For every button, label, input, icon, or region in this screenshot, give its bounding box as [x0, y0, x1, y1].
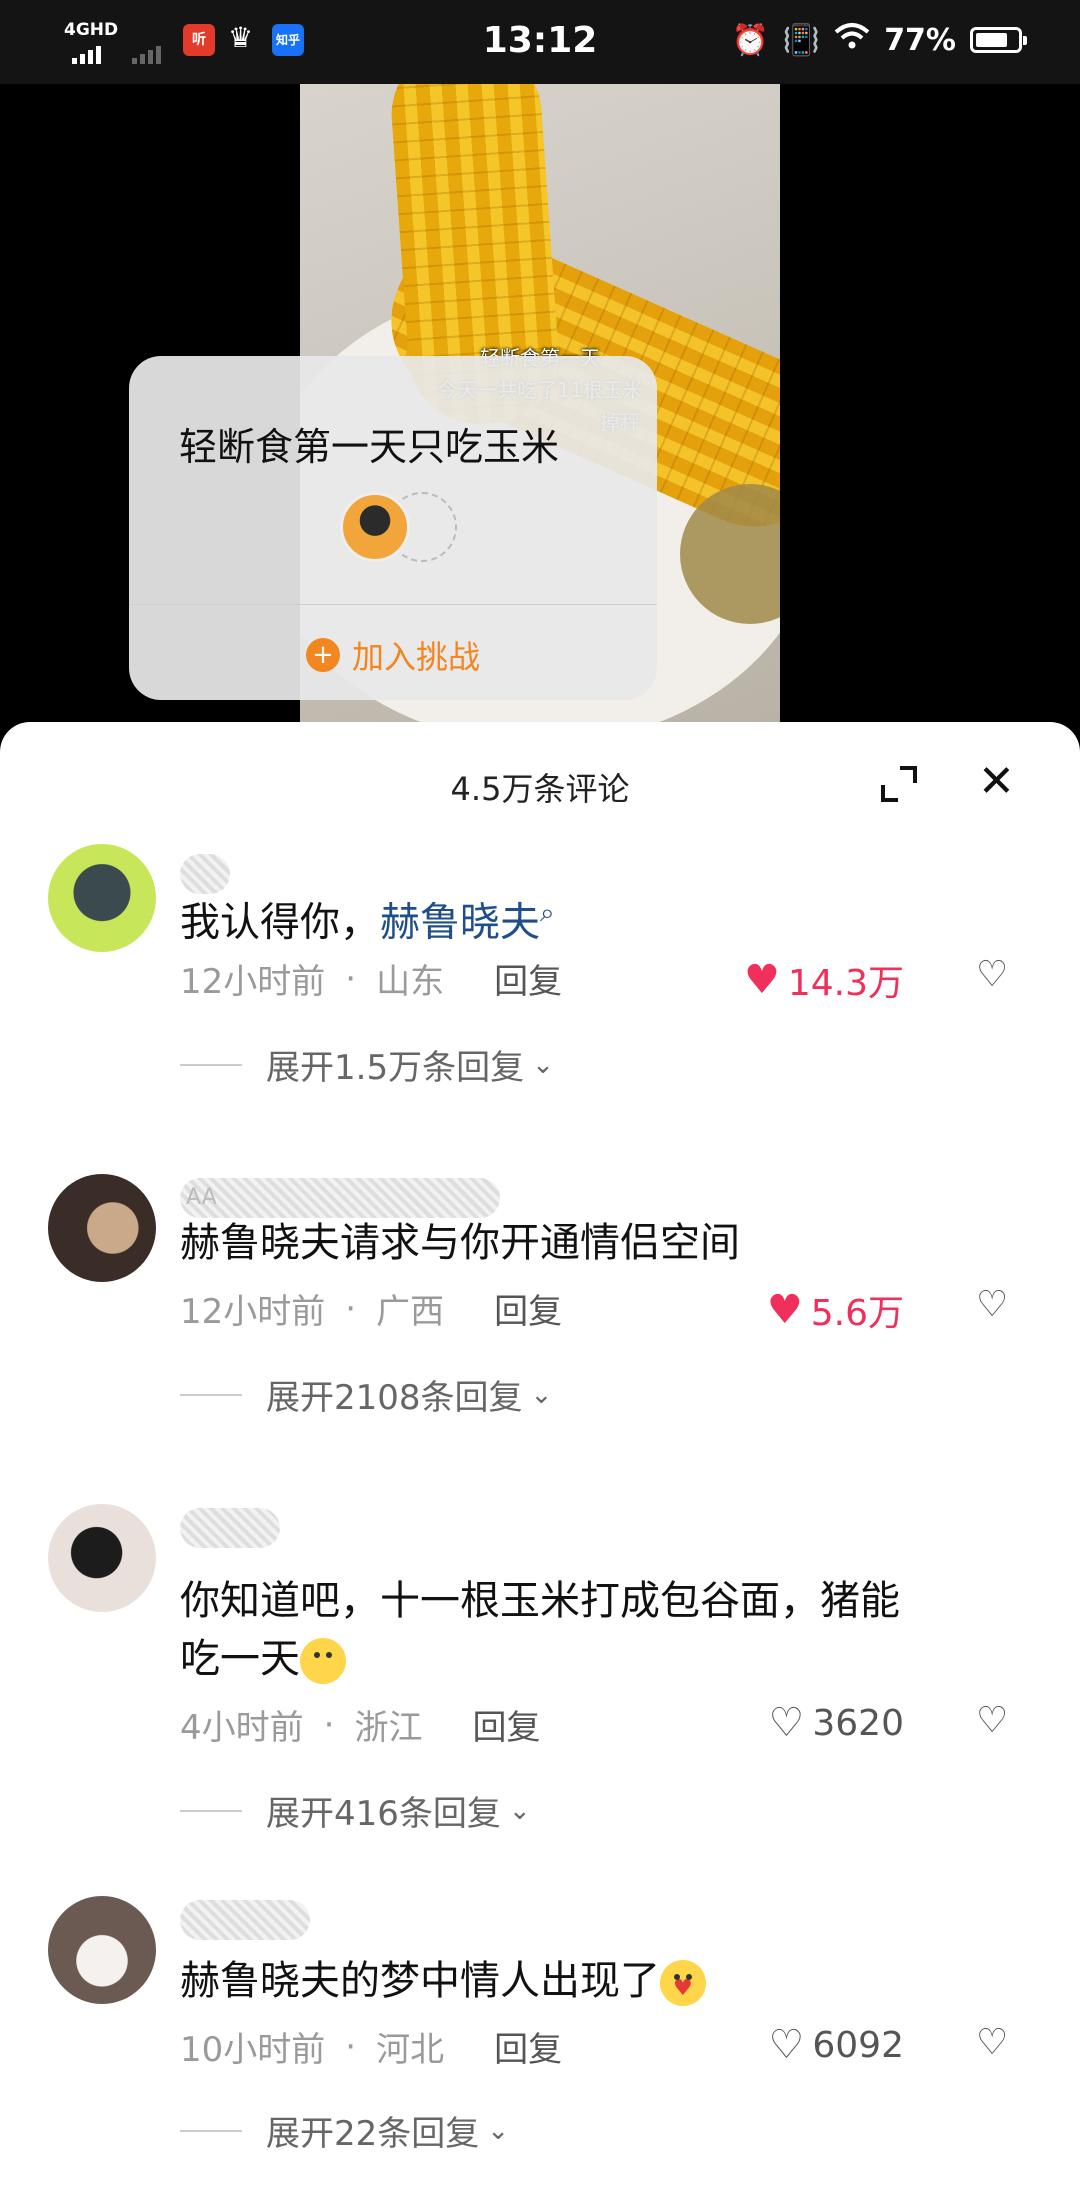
reply-button[interactable]: 回复	[494, 954, 562, 1003]
separator-dot: ·	[345, 2026, 357, 2067]
comment-location: 山东	[376, 962, 445, 1002]
username-blurred[interactable]: AA	[180, 1178, 500, 1218]
chevron-down-icon: ⌄	[530, 1379, 553, 1410]
alarm-icon: ⏰	[731, 22, 769, 58]
comment-text: 赫鲁晓夫请求与你开通情侣空间	[180, 1220, 740, 1266]
search-icon[interactable]: ⌕	[540, 898, 555, 928]
battery-percent: 77%	[884, 22, 956, 58]
join-challenge-button[interactable]: + 加入挑战	[129, 632, 657, 678]
avatar[interactable]	[48, 1504, 156, 1612]
username-blurred[interactable]	[180, 1508, 280, 1548]
comment-location: 广西	[376, 1292, 445, 1332]
username-blurred[interactable]	[180, 1900, 310, 1940]
divider-line	[180, 1063, 242, 1066]
like-button[interactable]: ♥ 14.3万	[744, 954, 904, 1006]
separator-dot: ·	[323, 1704, 335, 1745]
status-bar: 4GHD 听 ♛ 知乎 13:12 ⏰ 📳 77%	[0, 0, 1080, 84]
emoji-icon	[300, 1638, 346, 1684]
status-right: ⏰ 📳 77%	[731, 22, 1027, 58]
comment-text: 你知道吧，十一根玉米打成包谷面，猪能 吃一天	[180, 1572, 1020, 1688]
expand-replies-button[interactable]: 展开22条回复 ⌄	[180, 2106, 509, 2155]
reply-button[interactable]: 回复	[472, 1700, 540, 1749]
divider	[129, 604, 657, 605]
comment-time: 12小时前	[180, 1292, 326, 1332]
expand-replies-button[interactable]: 展开416条回复 ⌄	[180, 1786, 531, 1835]
like-count: 5.6万	[810, 1293, 904, 1334]
reply-button[interactable]: 回复	[494, 2022, 562, 2071]
chevron-down-icon: ⌄	[508, 1795, 531, 1826]
comment-text: 赫鲁晓夫的梦中情人出现了	[180, 1952, 1020, 2010]
separator-dot: ·	[345, 1288, 357, 1329]
expand-replies-button[interactable]: 展开2108条回复 ⌄	[180, 1370, 552, 1419]
challenge-card[interactable]: 轻断食第一天只吃玉米 + 加入挑战	[129, 356, 657, 700]
divider-line	[180, 2129, 242, 2132]
chevron-down-icon: ⌄	[487, 2115, 510, 2146]
expand-replies-label: 展开22条回复	[266, 2114, 480, 2154]
username: AA	[186, 1185, 217, 1210]
close-icon[interactable]: ✕	[978, 760, 1015, 804]
like-button[interactable]: ♡ 6092	[769, 2022, 904, 2068]
divider-line	[180, 1809, 242, 1812]
like-button[interactable]: ♥ 5.6万	[767, 1284, 904, 1336]
comment-meta: 10小时前 · 河北 回复	[180, 2022, 562, 2071]
like-count: 14.3万	[787, 963, 904, 1004]
wifi-icon	[834, 22, 870, 58]
emoji-heart-icon	[660, 1960, 706, 2006]
comment-text: 我认得你，赫鲁晓夫⌕	[180, 884, 1020, 951]
comment-meta: 12小时前 · 广西 回复	[180, 1284, 562, 1333]
comments-count-title: 4.5万条评论	[450, 770, 630, 808]
avatar[interactable]	[48, 844, 156, 952]
join-challenge-label: 加入挑战	[351, 638, 480, 676]
heart-filled-icon: ♥	[766, 1287, 803, 1333]
comment-location: 浙江	[354, 1708, 423, 1748]
divider-line	[180, 1393, 242, 1396]
comment-text-line-1: 你知道吧，十一根玉米打成包谷面，猪能	[180, 1578, 900, 1624]
comment-time: 12小时前	[180, 962, 326, 1002]
avatar[interactable]	[48, 1174, 156, 1282]
comment-meta: 4小时前 · 浙江 回复	[180, 1700, 540, 1749]
like-count: 6092	[812, 2024, 904, 2066]
dislike-icon[interactable]: ♡	[976, 2022, 1008, 2063]
like-button[interactable]: ♡ 3620	[769, 1700, 904, 1746]
expand-replies-button[interactable]: 展开1.5万条回复 ⌄	[180, 1040, 554, 1089]
dislike-icon[interactable]: ♡	[976, 1700, 1008, 1741]
participant-avatar	[340, 492, 410, 562]
challenge-title: 轻断食第一天只吃玉米	[179, 425, 560, 469]
expand-replies-label: 展开2108条回复	[266, 1378, 523, 1418]
comment-time: 10小时前	[180, 2030, 326, 2070]
comment-text-line-2: 吃一天	[180, 1630, 1020, 1688]
plus-icon: +	[305, 638, 340, 672]
battery-icon	[970, 27, 1027, 53]
comment-text-line-2-body: 吃一天	[180, 1636, 300, 1682]
comment-body: 我认得你，	[180, 899, 380, 946]
dislike-icon[interactable]: ♡	[976, 954, 1008, 995]
vibrate-icon: 📳	[782, 22, 821, 58]
expand-replies-label: 展开1.5万条回复	[266, 1048, 525, 1088]
comment-location: 河北	[376, 2030, 445, 2070]
comment-body: 赫鲁晓夫的梦中情人出现了	[180, 1958, 660, 2004]
chevron-down-icon: ⌄	[532, 1049, 554, 1080]
comments-sheet: 4.5万条评论 ✕ 我认得你，赫鲁晓夫⌕ 12小时前 · 山东 回复 ♥ 14.…	[0, 722, 1080, 2191]
expand-icon[interactable]	[880, 765, 918, 803]
avatar[interactable]	[48, 1896, 156, 2004]
mention-link[interactable]: 赫鲁晓夫	[380, 899, 540, 945]
heart-outline-icon: ♡	[768, 1700, 805, 1746]
comment-meta: 12小时前 · 山东 回复	[180, 954, 562, 1003]
like-count: 3620	[812, 1702, 904, 1744]
heart-outline-icon: ♡	[768, 2022, 805, 2068]
separator-dot: ·	[345, 958, 357, 999]
comment-time: 4小时前	[180, 1708, 304, 1748]
heart-filled-icon: ♥	[743, 957, 780, 1003]
reply-button[interactable]: 回复	[494, 1284, 562, 1333]
dislike-icon[interactable]: ♡	[976, 1284, 1008, 1325]
expand-replies-label: 展开416条回复	[266, 1794, 501, 1834]
